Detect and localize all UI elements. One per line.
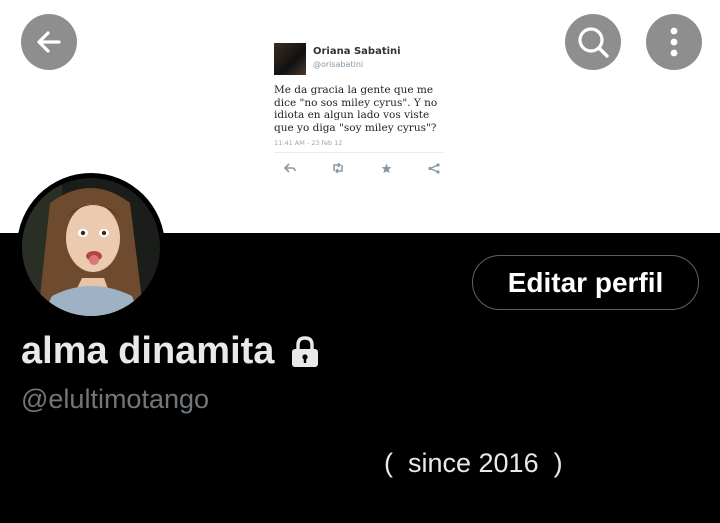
tweet-avatar xyxy=(274,43,306,75)
tweet-author-name: Oriana Sabatini xyxy=(313,46,401,57)
search-button[interactable] xyxy=(565,14,621,70)
display-name-text: alma dinamita xyxy=(21,330,275,372)
lock-icon xyxy=(288,335,322,369)
profile-avatar[interactable] xyxy=(17,173,165,321)
favorite-icon xyxy=(378,161,394,175)
avatar-photo xyxy=(22,178,160,316)
search-icon xyxy=(578,27,609,58)
more-vertical-icon xyxy=(670,27,678,57)
edit-profile-button[interactable]: Editar perfil xyxy=(472,255,699,310)
banner-tweet-image: Oriana Sabatini @orisabatini Me da graci… xyxy=(268,38,446,184)
back-button[interactable] xyxy=(21,14,77,70)
share-icon xyxy=(426,161,442,175)
arrow-left-icon xyxy=(37,31,61,53)
tweet-actions xyxy=(282,161,442,175)
retweet-icon xyxy=(330,161,346,175)
tweet-text: Me da gracia la gente que me dice "no so… xyxy=(274,84,438,134)
more-options-button[interactable] xyxy=(646,14,702,70)
tweet-divider xyxy=(274,152,444,153)
profile-bio: ( since 2016 ) xyxy=(384,448,563,478)
profile-display-name: alma dinamita xyxy=(21,330,322,373)
profile-handle: @elultimotango xyxy=(21,384,210,414)
reply-icon xyxy=(282,161,298,175)
tweet-author-handle: @orisabatini xyxy=(313,60,364,69)
tweet-timestamp: 11:41 AM - 23 feb 12 xyxy=(274,139,343,147)
